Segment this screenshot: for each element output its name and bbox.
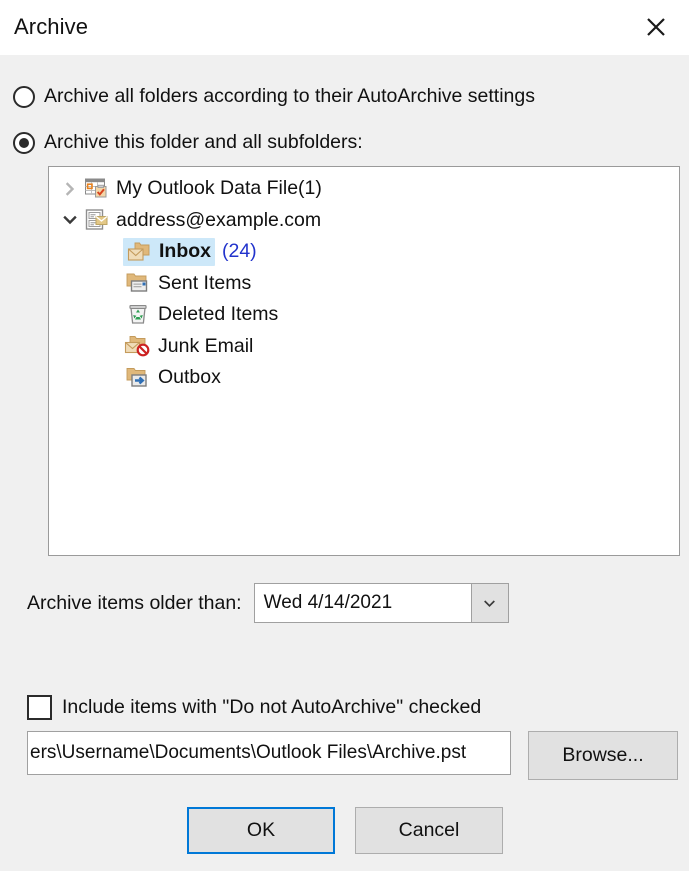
archive-older-than-label: Archive items older than:	[27, 592, 242, 615]
radio-archive-all-folders-indicator[interactable]	[13, 86, 35, 108]
tree-item-my-outlook-data-file[interactable]: My Outlook Data File(1)	[49, 173, 679, 205]
tree-item-label: Inbox	[159, 240, 211, 263]
close-button[interactable]	[633, 6, 679, 48]
chevron-down-icon[interactable]	[59, 212, 81, 228]
tree-item-label: My Outlook Data File(1)	[116, 177, 322, 200]
close-icon	[644, 15, 668, 39]
radio-archive-this-folder-indicator[interactable]	[13, 132, 35, 154]
browse-button[interactable]: Browse...	[528, 731, 678, 780]
inbox-folder-icon	[124, 240, 154, 264]
dialog-body: Archive all folders according to their A…	[0, 55, 689, 871]
cancel-button[interactable]: Cancel	[355, 807, 503, 854]
radio-archive-this-folder[interactable]: Archive this folder and all subfolders:	[13, 131, 363, 154]
radio-archive-all-folders-label: Archive all folders according to their A…	[44, 85, 535, 108]
tree-item-inbox-selection: Inbox	[123, 238, 215, 266]
chevron-right-icon[interactable]	[59, 181, 81, 197]
archive-file-input[interactable]: ers\Username\Documents\Outlook Files\Arc…	[27, 731, 511, 775]
tree-item-label: address@example.com	[116, 209, 321, 232]
deleted-items-trash-icon	[123, 303, 153, 327]
tree-item-inbox[interactable]: Inbox (24)	[49, 236, 679, 268]
archive-older-than-input[interactable]: Wed 4/14/2021	[254, 583, 471, 623]
tree-item-junk-email[interactable]: Junk Email	[49, 331, 679, 363]
inbox-unread-count: (24)	[222, 240, 257, 263]
tree-item-label: Sent Items	[158, 272, 251, 295]
tree-item-label: Outbox	[158, 366, 221, 389]
outlook-data-file-icon	[81, 176, 111, 201]
tree-item-outbox[interactable]: Outbox	[49, 362, 679, 394]
sent-items-folder-icon	[123, 271, 153, 295]
include-do-not-autoarchive-checkbox[interactable]: Include items with "Do not AutoArchive" …	[27, 695, 481, 720]
junk-email-folder-icon	[123, 334, 153, 358]
chevron-down-icon	[482, 596, 497, 611]
folder-tree-panel[interactable]: My Outlook Data File(1)	[48, 166, 680, 556]
title-bar: Archive	[0, 0, 689, 55]
archive-older-than-row: Archive items older than: Wed 4/14/2021	[27, 583, 509, 623]
include-do-not-autoarchive-label: Include items with "Do not AutoArchive" …	[62, 696, 481, 719]
include-do-not-autoarchive-checkbox-box[interactable]	[27, 695, 52, 720]
archive-dialog: Archive Archive all folders according to…	[0, 0, 689, 871]
tree-item-deleted-items[interactable]: Deleted Items	[49, 299, 679, 331]
tree-item-mail-account[interactable]: address@example.com	[49, 205, 679, 237]
outbox-folder-icon	[123, 366, 153, 390]
mail-account-icon	[81, 208, 111, 233]
tree-item-sent-items[interactable]: Sent Items	[49, 268, 679, 300]
radio-archive-all-folders[interactable]: Archive all folders according to their A…	[13, 85, 535, 108]
dialog-title: Archive	[14, 14, 88, 40]
archive-older-than-dropdown-button[interactable]	[471, 583, 509, 623]
archive-older-than-datepicker[interactable]: Wed 4/14/2021	[254, 583, 509, 623]
radio-archive-this-folder-label: Archive this folder and all subfolders:	[44, 131, 363, 154]
tree-item-label: Deleted Items	[158, 303, 278, 326]
ok-button[interactable]: OK	[187, 807, 335, 854]
tree-item-label: Junk Email	[158, 335, 253, 358]
